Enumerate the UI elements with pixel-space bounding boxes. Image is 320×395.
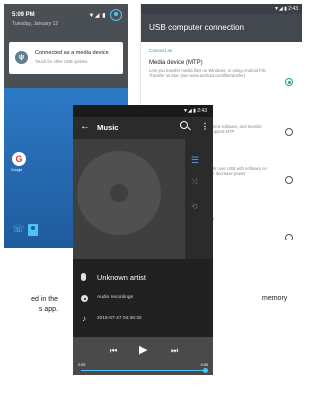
play-icon[interactable]: ▶ xyxy=(139,344,147,356)
notification-shade: 5:09 PM Tuesday, January 12 ▼◢ ▮ ψ Conne… xyxy=(4,4,128,88)
usb-icon: ψ xyxy=(15,51,28,64)
option-mtp[interactable]: Media device (MTP) Lets you transfer med… xyxy=(149,60,289,79)
phone-icon[interactable]: ☏ xyxy=(12,224,25,236)
album-icon xyxy=(81,295,88,302)
google-app-label: Google xyxy=(11,168,23,172)
shade-time: 5:09 PM xyxy=(12,12,35,18)
option-title: Media device (MTP) xyxy=(149,60,203,66)
player-controls: ⏮ ▶ ⏭ 0:05 0:05 xyxy=(73,337,213,375)
microphone-icon xyxy=(81,273,86,281)
usb-title: USB computer connection xyxy=(149,23,245,32)
document-line: ed in the xyxy=(31,296,58,303)
back-arrow-icon[interactable]: ← xyxy=(80,120,90,134)
usb-notification[interactable]: ψ Connected as a media device Touch for … xyxy=(9,42,123,74)
option-description: Lets you transfer media files on Windows… xyxy=(149,68,266,79)
shuffle-icon[interactable]: ⤨ xyxy=(191,177,197,187)
google-app-icon[interactable]: G xyxy=(12,152,26,166)
radio-ptp[interactable] xyxy=(285,128,293,136)
shade-date: Tuesday, January 12 xyxy=(12,21,59,27)
disc-icon xyxy=(77,151,161,235)
music-status-bar: ▼◢ ▮ 2:43 xyxy=(73,105,213,117)
document-text-right: memory xyxy=(262,295,288,302)
document-text-left: ed in the s app. xyxy=(4,295,58,315)
queue-list-icon[interactable]: ☰ xyxy=(191,155,203,165)
previous-icon[interactable]: ⏮ xyxy=(110,346,117,356)
track-date: 2015-07-27 04:35:32 xyxy=(97,316,142,321)
search-icon[interactable] xyxy=(180,121,188,129)
radio-midi[interactable] xyxy=(285,176,293,184)
usb-app-bar: USB computer connection xyxy=(141,14,302,42)
album-name: Audio recordings xyxy=(97,295,133,300)
next-icon[interactable]: ⏭ xyxy=(171,346,178,356)
notification-title: Connected as a media device xyxy=(35,50,109,56)
usb-status-bar: ▼◢ ▮ 2:43 xyxy=(141,4,302,14)
page: 5:09 PM Tuesday, January 12 ▼◢ ▮ ψ Conne… xyxy=(0,0,304,395)
radio-cdrom[interactable] xyxy=(285,234,293,240)
notification-subtitle: Touch for other USB options. xyxy=(35,59,89,64)
contacts-icon[interactable] xyxy=(28,224,38,236)
user-avatar-icon[interactable] xyxy=(110,9,122,21)
status-icons: ▼◢ ▮ xyxy=(88,13,106,19)
connect-as-header: Connect as xyxy=(149,48,173,53)
seek-bar-fill xyxy=(81,370,205,372)
music-player-screenshot: ▼◢ ▮ 2:43 ← Music ⋮ ☰ ⤨ ⟲ Unknown artist… xyxy=(73,105,213,375)
document-line: s app. xyxy=(38,306,58,313)
music-app-bar: ← Music ⋮ xyxy=(73,117,213,139)
music-note-icon: ♪ xyxy=(82,314,86,323)
repeat-icon[interactable]: ⟲ xyxy=(191,202,198,212)
seek-bar-thumb[interactable] xyxy=(202,368,208,373)
music-title: Music xyxy=(97,123,119,132)
elapsed-time: 0:05 xyxy=(78,363,86,367)
radio-mtp[interactable] xyxy=(285,78,293,86)
artist-name: Unknown artist xyxy=(97,273,146,282)
total-time: 0:05 xyxy=(200,363,208,367)
album-art xyxy=(73,139,185,259)
more-vert-icon[interactable]: ⋮ xyxy=(201,121,209,133)
